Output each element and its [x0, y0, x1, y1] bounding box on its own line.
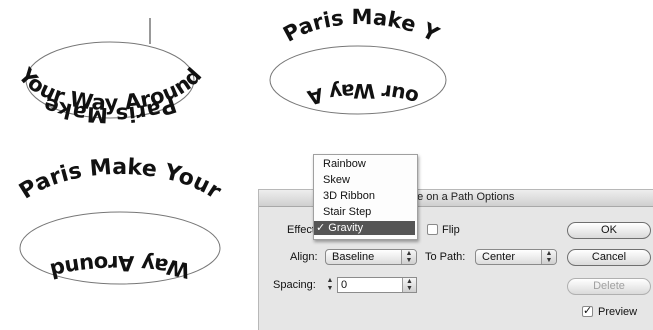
sample-top-right-top-text: Paris Make Y: [279, 5, 443, 47]
sample-bottom-left-bottom-text: Way Around: [48, 251, 192, 283]
menu-item-gravity-label: Gravity: [328, 222, 364, 234]
svg-text:Paris Make Y: Paris Make Y: [279, 5, 443, 47]
to-path-value: Center: [482, 251, 516, 263]
delete-button[interactable]: Delete: [567, 278, 651, 295]
menu-item-rainbow[interactable]: Rainbow: [314, 157, 415, 171]
ok-button[interactable]: OK: [567, 222, 651, 239]
popup-arrows-icon: ▲▼: [541, 250, 556, 264]
effect-menu: Rainbow Skew 3D Ribbon Stair Step ✓ Grav…: [313, 154, 418, 240]
spacing-field[interactable]: 0 ▲ ▼: [337, 277, 417, 293]
menu-item-3d-ribbon[interactable]: 3D Ribbon: [314, 189, 415, 203]
checkmark-icon: ✓: [316, 222, 326, 234]
preview-label: Preview: [598, 306, 638, 318]
sample-bottom-left-art: Paris Make Your Way Around: [15, 155, 225, 285]
dialog-title: pe on a Path Options: [411, 191, 515, 203]
preview-checkbox[interactable]: ✓: [582, 305, 593, 317]
svg-text:our Way A: our Way A: [304, 79, 421, 110]
menu-item-stair-step[interactable]: Stair Step: [314, 205, 415, 219]
sample-top-right-bottom-text: our Way A: [304, 79, 421, 110]
sample-top-right: Paris Make Y our Way A: [255, 0, 465, 130]
flip-checkbox[interactable]: [427, 224, 438, 235]
svg-text:Paris Make Your: Paris Make Your: [15, 155, 225, 205]
popup-arrows-icon: ▲▼: [401, 250, 416, 264]
menu-item-skew[interactable]: Skew: [314, 173, 415, 187]
sample-top-left: Paris Make Your Way Around: [0, 0, 240, 150]
spacing-stepper-icon[interactable]: ▲ ▼: [325, 277, 335, 293]
align-popup[interactable]: Baseline ▲ ▼: [325, 249, 417, 265]
sample-bottom-left: Paris Make Your Way Around: [0, 155, 250, 329]
svg-text:Your Way Around: Your Way Around: [13, 63, 206, 115]
menu-item-gravity[interactable]: ✓ Gravity: [314, 221, 415, 235]
checkmark-icon: ✓: [583, 305, 593, 317]
flip-label: Flip: [442, 224, 460, 236]
effect-label: Effect: [287, 224, 315, 236]
sample-bottom-left-top-text: Paris Make Your: [15, 155, 225, 205]
sample-top-left-bottom-text: Your Way Around: [13, 63, 206, 115]
spacing-label: Spacing:: [273, 279, 316, 291]
to-path-label: To Path:: [425, 251, 466, 263]
sample-top-left-art: Paris Make Your Way Around: [13, 18, 206, 127]
to-path-popup[interactable]: Center ▲ ▼: [475, 249, 557, 265]
spacing-value: 0: [341, 279, 348, 291]
sample-top-right-art: Paris Make Y our Way A: [269, 5, 447, 115]
align-value: Baseline: [332, 251, 375, 263]
spacing-menu-arrows-icon[interactable]: ▲ ▼: [402, 278, 416, 292]
svg-text:Way Around: Way Around: [48, 251, 192, 283]
cancel-button[interactable]: Cancel: [567, 249, 651, 266]
align-label: Align:: [290, 251, 318, 263]
